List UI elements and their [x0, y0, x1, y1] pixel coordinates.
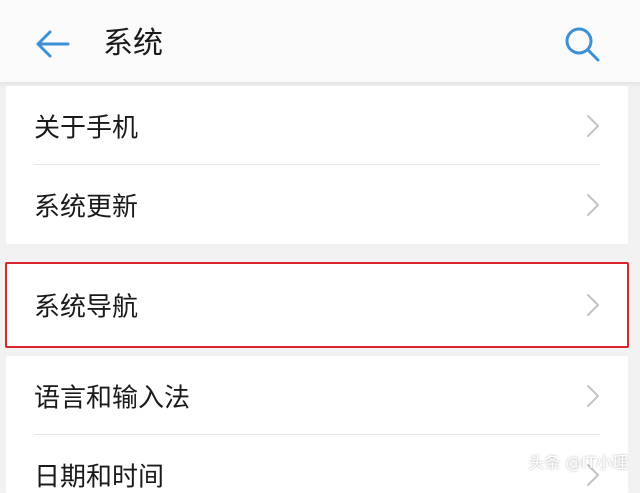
chevron-right-icon — [587, 193, 599, 216]
chevron-right-icon — [587, 114, 599, 137]
list-item-about-phone[interactable]: 关于手机 — [6, 86, 628, 165]
search-button[interactable] — [560, 22, 604, 66]
arrow-left-icon — [36, 30, 70, 58]
list-item-system-update[interactable]: 系统更新 — [6, 165, 628, 244]
list-item-system-navigation[interactable]: 系统导航 — [7, 264, 627, 346]
settings-group-2: 系统导航 — [5, 262, 629, 348]
settings-group-1: 关于手机 系统更新 — [6, 86, 628, 244]
search-icon — [565, 27, 600, 62]
chevron-right-icon — [587, 384, 599, 407]
back-button[interactable] — [30, 22, 74, 66]
list-item-language-input[interactable]: 语言和输入法 — [6, 356, 628, 435]
top-bar: 系统 — [0, 0, 640, 82]
settings-screen: 系统 关于手机 系统更新 系统导航 语言和输入法 日期和时间 头条 @IT小理 — [0, 0, 640, 493]
list-item-label: 语言和输入法 — [34, 383, 191, 413]
list-item-label: 系统更新 — [34, 192, 139, 222]
list-item-label: 日期和时间 — [34, 462, 165, 492]
chevron-right-icon — [587, 294, 599, 316]
list-item-label: 系统导航 — [34, 292, 139, 323]
page-title: 系统 — [103, 26, 163, 61]
watermark: 头条 @IT小理 — [528, 453, 628, 472]
list-item-label: 关于手机 — [34, 113, 139, 143]
